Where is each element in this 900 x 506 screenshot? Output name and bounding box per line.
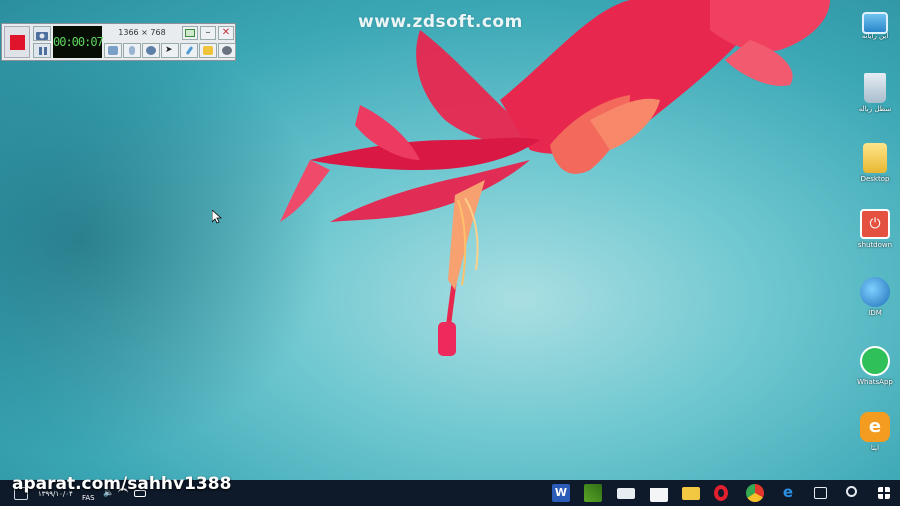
task-view-icon[interactable] [814,487,827,499]
desktop-icon-shutdown[interactable]: ⏻ shutdown [852,209,898,249]
folder-button[interactable] [199,43,217,58]
desktop-wallpaper: www.zdsoft.com 00:00:07 1366 × 768 – ✕ ➤… [0,0,900,480]
restore-icon [185,29,195,37]
minimize-icon: – [205,27,211,38]
idm-icon [860,277,890,307]
search-icon[interactable] [846,486,857,497]
edge-icon[interactable]: e [779,484,797,502]
webcam-icon [146,46,156,55]
mail-icon[interactable] [617,488,635,499]
opera-icon[interactable] [714,485,728,501]
cursor-button[interactable]: ➤ [161,43,179,58]
gear-icon [222,46,232,55]
recording-timer: 00:00:07 [53,26,104,58]
desktop-icon-idm[interactable]: IDM [852,277,898,317]
speaker-icon [108,46,118,55]
minimize-button[interactable]: – [200,26,216,40]
microphone-button[interactable] [123,43,141,58]
cursor-icon: ➤ [165,45,173,55]
desktop-icon-this-pc[interactable]: این رایانه [852,8,898,40]
record-button[interactable] [4,26,30,58]
flower-image [280,0,830,356]
desktop-icon-label: IDM [868,309,882,317]
desktop-icon-whatsapp[interactable]: WhatsApp [852,346,898,386]
resolution-label: 1366 × 768 [118,28,166,37]
word-icon[interactable]: W [552,484,570,502]
desktop-icon-label: WhatsApp [857,378,893,386]
pen-button[interactable] [180,43,198,58]
settings-button[interactable] [218,43,236,58]
snapshot-button[interactable] [33,26,51,41]
folder-icon [863,143,887,173]
minecraft-icon[interactable] [584,484,602,502]
webcam-button[interactable] [142,43,160,58]
file-explorer-icon[interactable] [682,487,700,500]
desktop-icon-recycle-bin[interactable]: سطل زباله [852,73,898,113]
desktop-icon-label: ایتا [870,444,880,452]
mouse-cursor-icon [212,210,222,224]
recycle-bin-icon [864,73,886,103]
watermark: www.zdsoft.com [358,12,523,32]
record-icon [10,35,25,50]
chrome-icon[interactable] [746,484,764,502]
restore-button[interactable] [182,26,198,40]
folder-icon [203,46,213,55]
eitaa-icon: e [860,412,890,442]
desktop-icon-desktop-folder[interactable]: Desktop [852,143,898,183]
start-icon[interactable] [878,487,890,499]
desktop-icon-label: سطل زباله [858,105,892,113]
aparat-overlay-text: aparat.com/sahhv1388 [12,474,232,494]
language-indicator[interactable]: FAS [82,494,95,502]
recorder-toolbar: 00:00:07 1366 × 768 – ✕ ➤ [1,23,236,61]
store-icon[interactable] [650,484,668,502]
whatsapp-icon [860,346,890,376]
close-button[interactable]: ✕ [218,26,234,40]
audio-button[interactable] [104,43,122,58]
microphone-icon [129,46,135,55]
close-icon: ✕ [221,27,231,38]
computer-icon [862,12,888,34]
desktop-icon-label: shutdown [857,241,893,249]
power-icon: ⏻ [860,209,890,239]
pen-icon [185,45,193,56]
desktop-icon-eitaa[interactable]: e ایتا [852,412,898,452]
pause-button[interactable] [33,43,51,58]
camera-icon [36,32,48,40]
desktop-icon-label: Desktop [860,175,890,183]
